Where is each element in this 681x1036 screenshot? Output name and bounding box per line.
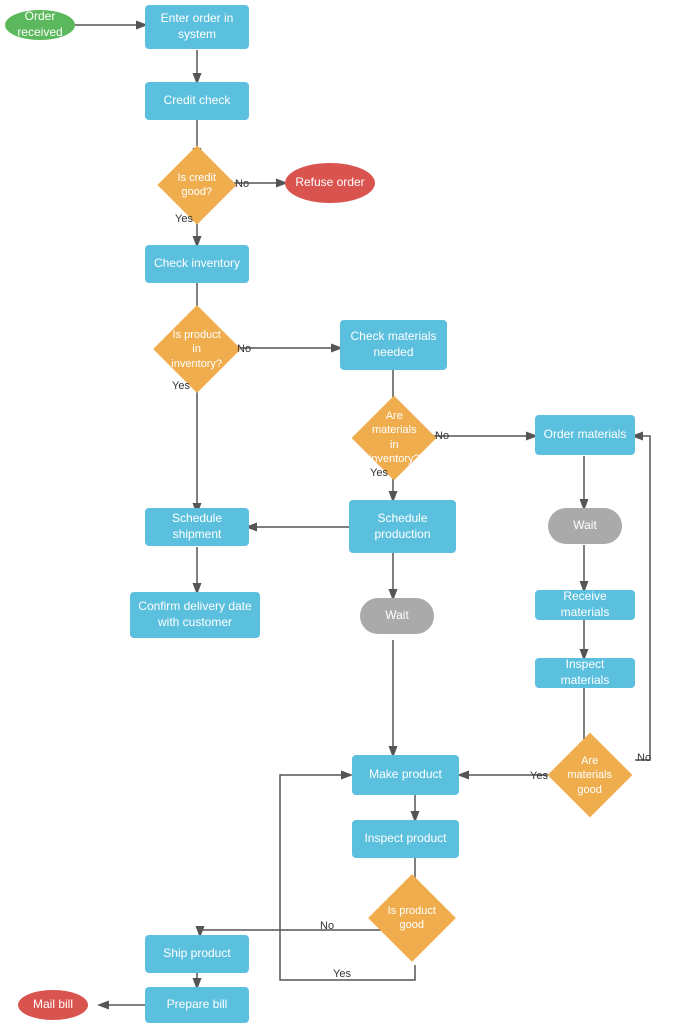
mat-good-yes-label: Yes <box>530 770 548 782</box>
inventory-yes-label: Yes <box>172 380 190 392</box>
mat-inventory-no-label: No <box>435 430 449 442</box>
credit-no-label: No <box>235 178 249 190</box>
credit-check-node: Credit check <box>145 82 249 120</box>
confirm-delivery-node: Confirm delivery date with customer <box>130 592 260 638</box>
refuse-order-node: Refuse order <box>285 163 375 203</box>
credit-yes-label: Yes <box>175 213 193 225</box>
check-materials-node: Check materials needed <box>340 320 447 370</box>
order-materials-node: Order materials <box>535 415 635 455</box>
inspect-materials-node: Inspect materials <box>535 658 635 688</box>
inspect-product-node: Inspect product <box>352 820 459 858</box>
wait2-node: Wait <box>360 598 434 634</box>
prepare-bill-node: Prepare bill <box>145 987 249 1023</box>
ship-product-node: Ship product <box>145 935 249 973</box>
enter-order-node: Enter order in system <box>145 5 249 49</box>
product-good-no-label: No <box>320 920 334 932</box>
is-product-in-inventory-node: Is product in inventory? <box>148 318 246 380</box>
is-product-good-node: Is product good <box>370 888 454 948</box>
check-inventory-node: Check inventory <box>145 245 249 283</box>
make-product-node: Make product <box>352 755 459 795</box>
flowchart: Order received Enter order in system Cre… <box>0 0 681 1036</box>
is-credit-good-node: Is credit good? <box>155 157 239 213</box>
schedule-shipment-node: Schedule shipment <box>145 508 249 546</box>
inventory-no-label: No <box>237 343 251 355</box>
are-materials-in-inventory-node: Are materials in inventory? <box>352 408 436 468</box>
mail-bill-node: Mail bill <box>18 990 88 1020</box>
schedule-production-node: Schedule production <box>349 500 456 553</box>
product-good-yes-label: Yes <box>333 968 351 980</box>
mat-inventory-yes-label: Yes <box>370 467 388 479</box>
order-received-node: Order received <box>5 10 75 40</box>
receive-materials-node: Receive materials <box>535 590 635 620</box>
mat-good-no-label: No <box>637 752 651 764</box>
wait1-node: Wait <box>548 508 622 544</box>
are-materials-good-node: Are materials good <box>548 745 632 805</box>
